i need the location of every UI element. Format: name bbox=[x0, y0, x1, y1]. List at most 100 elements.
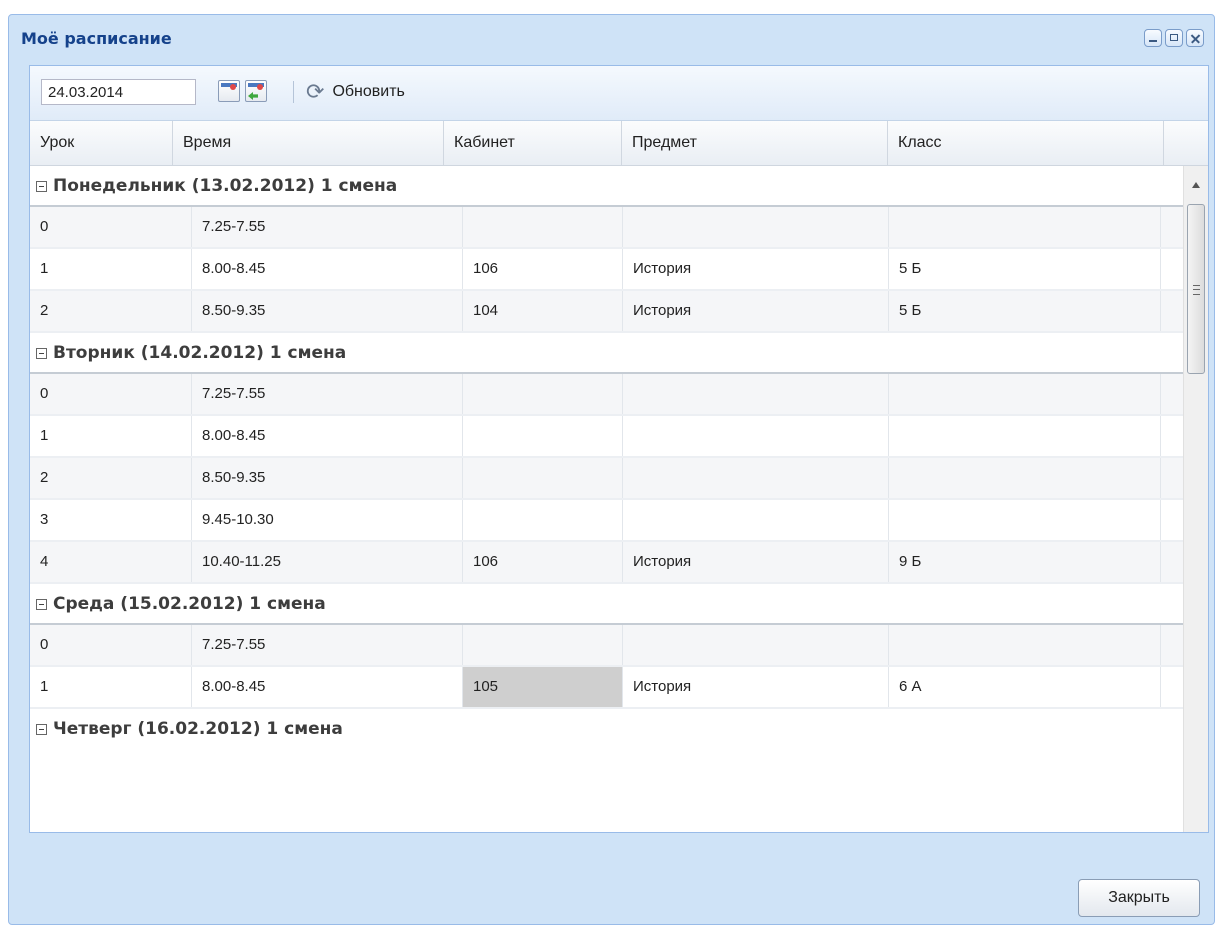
column-header-time[interactable]: Время bbox=[173, 121, 444, 165]
cell-time[interactable]: 8.50-9.35 bbox=[192, 291, 463, 331]
cell-room[interactable] bbox=[463, 374, 623, 414]
cell-lesson[interactable]: 0 bbox=[30, 625, 192, 665]
cell-class[interactable]: 5 Б bbox=[889, 291, 1161, 331]
cell-class[interactable]: 5 Б bbox=[889, 249, 1161, 289]
cell-room[interactable]: 106 bbox=[463, 249, 623, 289]
cell-subject[interactable] bbox=[623, 458, 889, 498]
group-header[interactable]: Понедельник (13.02.2012) 1 смена bbox=[30, 166, 1185, 207]
close-button[interactable]: Закрыть bbox=[1078, 879, 1200, 917]
cell-lesson[interactable]: 4 bbox=[30, 542, 192, 582]
cell-subject[interactable] bbox=[623, 374, 889, 414]
column-header-class[interactable]: Класс bbox=[888, 121, 1164, 165]
group-title: Среда (15.02.2012) 1 смена bbox=[53, 594, 326, 614]
cell-time[interactable]: 7.25-7.55 bbox=[192, 207, 463, 247]
table-row[interactable]: 4 10.40-11.25 106 История 9 Б bbox=[30, 542, 1185, 584]
cell-lesson[interactable]: 1 bbox=[30, 667, 192, 707]
column-header-subject[interactable]: Предмет bbox=[622, 121, 888, 165]
cell-time[interactable]: 8.00-8.45 bbox=[192, 667, 463, 707]
close-icon[interactable] bbox=[1186, 29, 1204, 47]
cell-subject[interactable]: История bbox=[623, 291, 889, 331]
table-row[interactable]: 3 9.45-10.30 bbox=[30, 500, 1185, 542]
grid-header: Урок Время Кабинет Предмет Класс bbox=[30, 121, 1208, 166]
table-row[interactable]: 1 8.00-8.45 105 История 6 А bbox=[30, 667, 1185, 709]
cell-room[interactable]: 106 bbox=[463, 542, 623, 582]
vertical-scrollbar[interactable] bbox=[1183, 166, 1208, 832]
collapse-icon[interactable] bbox=[36, 723, 47, 735]
column-header-room[interactable]: Кабинет bbox=[444, 121, 622, 165]
cell-class[interactable] bbox=[889, 500, 1161, 540]
group-title: Четверг (16.02.2012) 1 смена bbox=[53, 719, 343, 739]
cell-subject[interactable] bbox=[623, 500, 889, 540]
cell-class[interactable] bbox=[889, 374, 1161, 414]
group-label: Четверг (16.02.2012) 1 смена bbox=[36, 719, 343, 739]
cell-time[interactable]: 8.00-8.45 bbox=[192, 416, 463, 456]
cell-room[interactable] bbox=[463, 207, 623, 247]
cell-subject[interactable]: История bbox=[623, 667, 889, 707]
schedule-grid-panel: ⟳ Обновить Урок Время Кабинет Предмет Кл… bbox=[29, 65, 1209, 833]
cell-subject[interactable]: История bbox=[623, 249, 889, 289]
refresh-button[interactable]: ⟳ Обновить bbox=[306, 79, 405, 105]
cell-room[interactable] bbox=[463, 416, 623, 456]
group-header[interactable]: Среда (15.02.2012) 1 смена bbox=[30, 584, 1185, 625]
table-row[interactable]: 0 7.25-7.55 bbox=[30, 374, 1185, 416]
group-label: Понедельник (13.02.2012) 1 смена bbox=[36, 176, 397, 196]
refresh-label: Обновить bbox=[332, 83, 405, 100]
maximize-icon[interactable] bbox=[1165, 29, 1183, 47]
cell-room[interactable] bbox=[463, 458, 623, 498]
cell-room[interactable]: 105 bbox=[463, 667, 623, 707]
toolbar-separator bbox=[293, 81, 294, 103]
cell-lesson[interactable]: 0 bbox=[30, 207, 192, 247]
date-field[interactable] bbox=[41, 79, 196, 105]
cell-time[interactable]: 10.40-11.25 bbox=[192, 542, 463, 582]
cell-time[interactable]: 9.45-10.30 bbox=[192, 500, 463, 540]
group-header[interactable]: Вторник (14.02.2012) 1 смена bbox=[30, 333, 1185, 374]
cell-lesson[interactable]: 2 bbox=[30, 291, 192, 331]
table-row[interactable]: 1 8.00-8.45 106 История 5 Б bbox=[30, 249, 1185, 291]
cell-class[interactable]: 6 А bbox=[889, 667, 1161, 707]
group-header[interactable]: Четверг (16.02.2012) 1 смена bbox=[30, 709, 1185, 750]
table-row[interactable]: 0 7.25-7.55 bbox=[30, 207, 1185, 249]
collapse-icon[interactable] bbox=[36, 347, 47, 359]
scrollbar-thumb[interactable] bbox=[1187, 204, 1205, 374]
group-label: Среда (15.02.2012) 1 смена bbox=[36, 594, 326, 614]
group-label: Вторник (14.02.2012) 1 смена bbox=[36, 343, 346, 363]
cell-lesson[interactable]: 0 bbox=[30, 374, 192, 414]
minimize-icon[interactable] bbox=[1144, 29, 1162, 47]
table-row[interactable]: 2 8.50-9.35 104 История 5 Б bbox=[30, 291, 1185, 333]
window-footer: Закрыть bbox=[9, 833, 1214, 926]
cell-time[interactable]: 8.00-8.45 bbox=[192, 249, 463, 289]
scroll-up-icon[interactable] bbox=[1192, 182, 1200, 188]
cell-class[interactable] bbox=[889, 625, 1161, 665]
cell-room[interactable] bbox=[463, 500, 623, 540]
grid-body: Понедельник (13.02.2012) 1 смена 0 7.25-7.… bbox=[30, 166, 1185, 832]
cell-lesson[interactable]: 2 bbox=[30, 458, 192, 498]
cell-time[interactable]: 8.50-9.35 bbox=[192, 458, 463, 498]
collapse-icon[interactable] bbox=[36, 598, 47, 610]
toolbar: ⟳ Обновить bbox=[30, 66, 1208, 121]
cell-subject[interactable] bbox=[623, 416, 889, 456]
table-row[interactable]: 1 8.00-8.45 bbox=[30, 416, 1185, 458]
cell-subject[interactable] bbox=[623, 207, 889, 247]
cell-lesson[interactable]: 3 bbox=[30, 500, 192, 540]
collapse-icon[interactable] bbox=[36, 180, 47, 192]
cell-time[interactable]: 7.25-7.55 bbox=[192, 625, 463, 665]
table-row[interactable]: 0 7.25-7.55 bbox=[30, 625, 1185, 667]
cell-room[interactable] bbox=[463, 625, 623, 665]
window-titlebar[interactable]: Моё расписание bbox=[9, 15, 1214, 57]
cell-time[interactable]: 7.25-7.55 bbox=[192, 374, 463, 414]
cell-lesson[interactable]: 1 bbox=[30, 416, 192, 456]
table-row[interactable]: 2 8.50-9.35 bbox=[30, 458, 1185, 500]
column-header-lesson[interactable]: Урок bbox=[30, 121, 173, 165]
cell-class[interactable] bbox=[889, 207, 1161, 247]
calendar-apply-icon[interactable] bbox=[245, 80, 267, 102]
cell-class[interactable] bbox=[889, 416, 1161, 456]
cell-class[interactable]: 9 Б bbox=[889, 542, 1161, 582]
cell-lesson[interactable]: 1 bbox=[30, 249, 192, 289]
cell-subject[interactable] bbox=[623, 625, 889, 665]
window-controls bbox=[1144, 29, 1204, 47]
cell-class[interactable] bbox=[889, 458, 1161, 498]
cell-subject[interactable]: История bbox=[623, 542, 889, 582]
group-title: Вторник (14.02.2012) 1 смена bbox=[53, 343, 347, 363]
cell-room[interactable]: 104 bbox=[463, 291, 623, 331]
calendar-icon[interactable] bbox=[218, 80, 240, 102]
